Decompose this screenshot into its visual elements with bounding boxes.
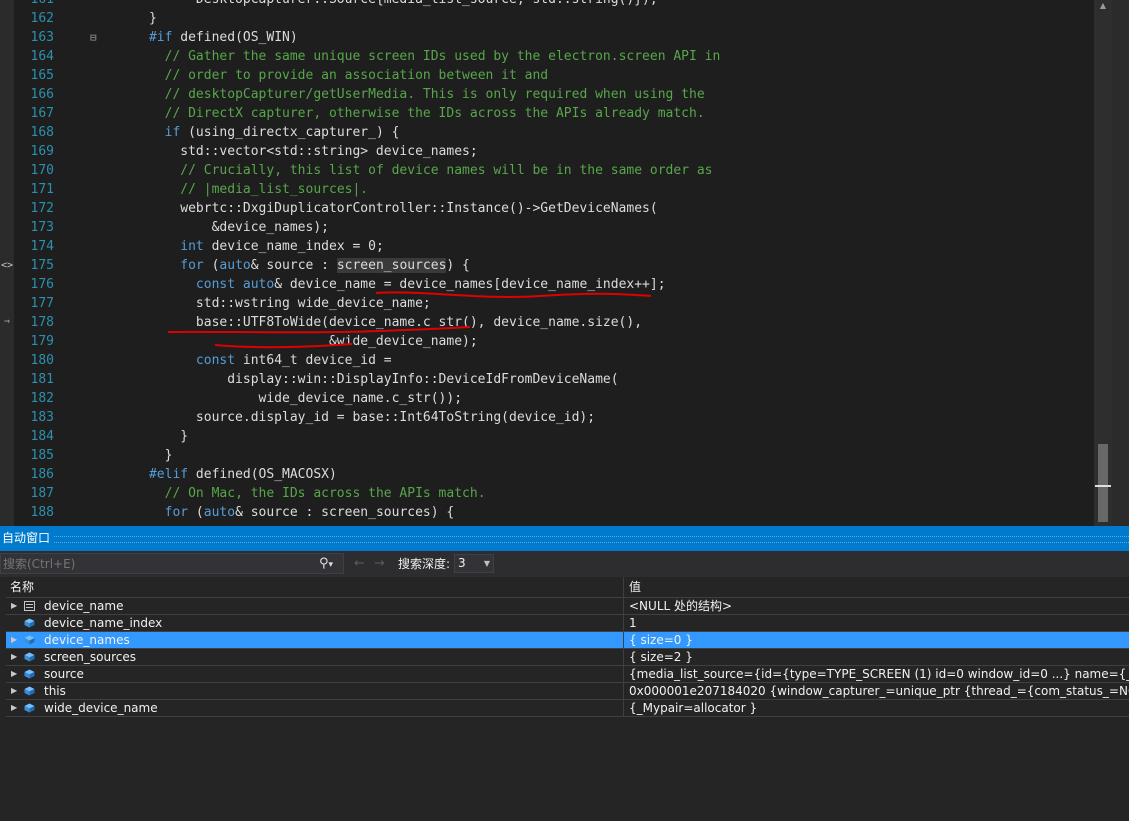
autos-row-value[interactable]: {_Mypair=allocator } <box>623 700 1129 716</box>
autos-row[interactable]: ▶ device_names { size=0 } <box>6 632 1129 649</box>
column-header-name[interactable]: 名称 <box>10 577 34 597</box>
autos-window-title-bar[interactable]: 自动窗口 <box>0 526 1129 551</box>
autos-row[interactable]: ▶ wide_device_name {_Mypair=allocator } <box>6 700 1129 717</box>
autos-window-title: 自动窗口 <box>2 531 51 545</box>
variable-icon <box>24 703 35 713</box>
underline-device-names <box>375 291 652 298</box>
search-depth-value: 3 <box>458 556 466 570</box>
underline-utf8towide <box>167 326 471 334</box>
search-dropdown-icon[interactable]: ▾ <box>329 560 334 570</box>
vertical-scrollbar[interactable]: ▲ <box>1094 0 1112 526</box>
caret-position-marker <box>1095 485 1111 487</box>
variable-icon <box>24 635 35 645</box>
autos-row[interactable]: ▶ device_name <NULL 处的结构> <box>6 598 1129 615</box>
autos-window: 自动窗口 ⚲▾ ← → 搜索深度: 3 ▼ 名称 值 ▶ device_name <… <box>0 526 1129 821</box>
autos-row[interactable]: ▶ this 0x000001e207184020 {window_capturer… <box>6 683 1129 700</box>
autos-row[interactable]: ▶ source {media_list_source={id={type=TYPE… <box>6 666 1129 683</box>
variable-icon <box>24 652 35 662</box>
underline-utf8towide-second <box>214 343 353 349</box>
scroll-up-icon[interactable]: ▲ <box>1094 0 1112 12</box>
autos-row-value[interactable]: { size=2 } <box>623 649 1129 665</box>
autos-grid: 名称 值 ▶ device_name <NULL 处的结构> device_name_… <box>6 577 1129 717</box>
grid-header: 名称 值 <box>6 577 1129 598</box>
autos-row-value[interactable]: 0x000001e207184020 {window_capturer_=uni… <box>623 683 1129 699</box>
autos-row-name: device_name <box>44 599 124 613</box>
search-input[interactable] <box>3 554 313 573</box>
autos-row[interactable]: ▶ screen_sources { size=2 } <box>6 649 1129 666</box>
search-forward-icon[interactable]: → <box>374 555 385 573</box>
title-drag-grip[interactable] <box>54 536 1129 543</box>
scrollbar-thumb[interactable] <box>1098 444 1108 522</box>
expand-arrow-icon[interactable]: ▶ <box>11 598 17 614</box>
expand-arrow-icon[interactable]: ▶ <box>11 649 17 665</box>
autos-row-name: device_names <box>44 633 130 647</box>
autos-row-value[interactable]: <NULL 处的结构> <box>623 598 1129 614</box>
search-depth-label: 搜索深度: <box>398 557 451 571</box>
search-icon[interactable]: ⚲▾ <box>319 555 345 573</box>
variable-icon <box>24 686 35 696</box>
code-editor[interactable]: <> ⇒ 161 DesktopCapturer::Source{media_l… <box>0 0 1129 526</box>
search-back-icon[interactable]: ← <box>354 555 365 573</box>
expand-arrow-icon[interactable]: ▶ <box>11 632 17 648</box>
search-depth-select[interactable]: 3 ▼ <box>454 554 494 573</box>
autos-row-name: device_name_index <box>44 616 163 630</box>
expand-arrow-icon[interactable]: ▶ <box>11 683 17 699</box>
variable-icon <box>24 669 35 679</box>
autos-row-name: wide_device_name <box>44 701 158 715</box>
autos-toolbar: ⚲▾ ← → 搜索深度: 3 ▼ <box>0 551 1129 577</box>
autos-row-value[interactable]: {media_list_source={id={type=TYPE_SCREEN… <box>623 666 1129 682</box>
search-box[interactable]: ⚲▾ <box>0 553 344 574</box>
expand-arrow-icon[interactable]: ▶ <box>11 666 17 682</box>
expand-arrow-icon[interactable]: ▶ <box>11 700 17 716</box>
autos-row-name: this <box>44 684 66 698</box>
column-header-value[interactable]: 值 <box>623 577 1129 597</box>
variable-icon <box>24 618 35 628</box>
struct-icon <box>24 601 35 611</box>
autos-row[interactable]: device_name_index 1 <box>6 615 1129 632</box>
overview-margin <box>1112 0 1129 526</box>
chevron-down-icon[interactable]: ▼ <box>484 555 490 572</box>
grid-rows: ▶ device_name <NULL 处的结构> device_name_index… <box>6 598 1129 717</box>
autos-row-name: source <box>44 667 84 681</box>
autos-row-value[interactable]: 1 <box>623 615 1129 631</box>
autos-row-value[interactable]: { size=0 } <box>623 632 1129 648</box>
autos-row-name: screen_sources <box>44 650 136 664</box>
red-underline-annotations <box>167 291 652 349</box>
